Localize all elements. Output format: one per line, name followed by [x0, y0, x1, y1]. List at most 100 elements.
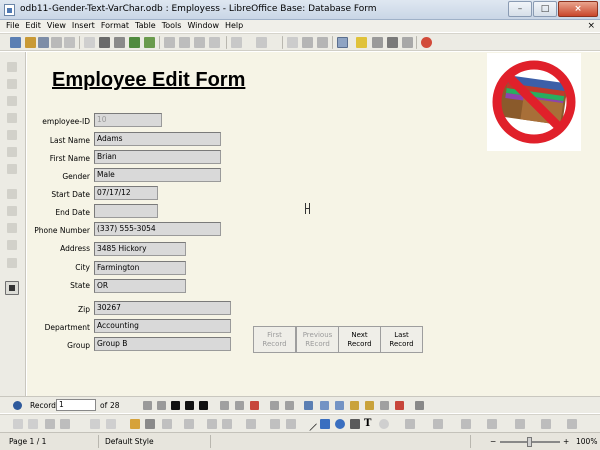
copy-icon[interactable] — [179, 37, 190, 48]
first-name-field[interactable]: Brian — [94, 150, 221, 164]
form-control-wizard-icon[interactable] — [13, 419, 23, 429]
first-record-button[interactable]: First Record — [253, 326, 296, 353]
zoom-slider-handle[interactable] — [527, 437, 532, 447]
autospell-icon[interactable] — [144, 37, 155, 48]
menu-file[interactable]: File — [6, 20, 19, 32]
print-preview-icon[interactable] — [114, 37, 125, 48]
close-document-icon[interactable]: × — [587, 20, 595, 32]
nonprinting-chars-icon[interactable] — [402, 37, 413, 48]
automatic-control-focus-icon[interactable] — [184, 419, 194, 429]
close-button[interactable]: × — [558, 1, 598, 17]
bring-to-front-icon[interactable] — [207, 419, 217, 429]
city-field[interactable]: Farmington — [94, 261, 186, 275]
previous-record-button[interactable]: Previous REcord — [296, 326, 339, 353]
hyperlink-icon[interactable] — [287, 37, 298, 48]
record-number-input[interactable]: 1 — [56, 399, 96, 411]
paste-icon[interactable] — [194, 37, 205, 48]
polygon-icon[interactable] — [350, 419, 360, 429]
state-field[interactable]: OR — [94, 279, 186, 293]
print-icon[interactable] — [99, 37, 110, 48]
zip-field[interactable]: 30267 — [94, 301, 231, 315]
open-icon[interactable] — [25, 37, 36, 48]
properties-icon[interactable] — [286, 419, 296, 429]
symbol-shapes-icon[interactable] — [433, 419, 443, 429]
menu-view[interactable]: View — [47, 20, 66, 32]
data-sources-icon[interactable] — [387, 37, 398, 48]
points-icon[interactable] — [567, 419, 577, 429]
zoom-in-icon[interactable]: + — [563, 437, 569, 446]
new-record-nav-icon[interactable] — [199, 401, 208, 410]
line-icon[interactable] — [302, 416, 318, 432]
navigator-icon[interactable] — [356, 37, 367, 48]
menu-edit[interactable]: Edit — [25, 20, 41, 32]
last-record-button[interactable]: Last Record — [380, 326, 423, 353]
group-field[interactable]: Group B — [94, 337, 231, 351]
menu-insert[interactable]: Insert — [72, 20, 95, 32]
refresh-icon[interactable] — [270, 401, 279, 410]
address-field[interactable]: 3485 Hickory — [94, 242, 186, 256]
help-icon[interactable] — [421, 37, 432, 48]
email-icon[interactable] — [51, 37, 62, 48]
form-based-filter-icon[interactable] — [380, 401, 389, 410]
block-arrows-icon[interactable] — [461, 419, 471, 429]
autofilter-icon[interactable] — [350, 401, 359, 410]
zoom-level[interactable]: 100% — [576, 437, 597, 446]
gallery-icon[interactable] — [372, 37, 383, 48]
last-record-nav-icon[interactable] — [185, 401, 194, 410]
rectangle-icon[interactable] — [320, 419, 330, 429]
design-mode-icon[interactable] — [337, 37, 348, 48]
employee-id-field[interactable]: 10 — [94, 113, 162, 127]
ellipse-icon[interactable] — [335, 419, 345, 429]
new-document-icon[interactable] — [10, 37, 21, 48]
menu-format[interactable]: Format — [101, 20, 129, 32]
first-record-nav-icon[interactable] — [143, 401, 152, 410]
start-date-field[interactable]: 07/17/12 — [94, 186, 158, 200]
callout-icon[interactable] — [379, 419, 389, 429]
table-icon[interactable] — [302, 37, 313, 48]
apply-filter-icon[interactable] — [365, 401, 374, 410]
data-source-as-table-icon[interactable] — [415, 401, 424, 410]
reset-filter-icon[interactable] — [395, 401, 404, 410]
previous-record-nav-icon[interactable] — [157, 401, 166, 410]
form-navigator-icon[interactable] — [145, 419, 155, 429]
position-icon[interactable] — [60, 419, 70, 429]
phone-number-field[interactable]: (337) 555-3054 — [94, 222, 221, 236]
undo-icon[interactable] — [231, 37, 242, 48]
add-field-icon[interactable] — [130, 419, 140, 429]
save-icon[interactable] — [38, 37, 49, 48]
send-to-back-icon[interactable] — [222, 419, 232, 429]
export-pdf-icon[interactable] — [84, 37, 95, 48]
find-record-icon[interactable] — [13, 401, 22, 410]
maximize-button[interactable]: □ — [533, 1, 557, 17]
zoom-out-icon[interactable]: − — [490, 437, 496, 446]
open-in-design-mode-icon[interactable] — [162, 419, 172, 429]
edit-mode-icon[interactable] — [64, 37, 75, 48]
refresh-control-icon[interactable] — [285, 401, 294, 410]
delete-record-icon[interactable] — [250, 401, 259, 410]
align-icon[interactable] — [45, 419, 55, 429]
next-record-nav-icon[interactable] — [171, 401, 180, 410]
gender-field[interactable]: Male — [94, 168, 221, 182]
department-field[interactable]: Accounting — [94, 319, 231, 333]
last-name-field[interactable]: Adams — [94, 132, 221, 146]
design-mode-toggle-icon[interactable] — [7, 79, 17, 89]
callouts-icon[interactable] — [515, 419, 525, 429]
select-icon[interactable] — [7, 62, 17, 72]
sort-ascending-icon[interactable] — [320, 401, 329, 410]
cut-icon[interactable] — [164, 37, 175, 48]
group-icon[interactable] — [246, 419, 256, 429]
menu-help[interactable]: Help — [225, 20, 243, 32]
show-draw-functions-icon[interactable] — [317, 37, 328, 48]
minimize-button[interactable]: – — [508, 1, 532, 17]
snap-to-grid-icon[interactable] — [106, 419, 116, 429]
menu-tools[interactable]: Tools — [162, 20, 182, 32]
end-date-field[interactable] — [94, 204, 158, 218]
menu-table[interactable]: Table — [135, 20, 156, 32]
anchor-icon[interactable] — [270, 419, 280, 429]
sort-descending-icon[interactable] — [335, 401, 344, 410]
text-icon[interactable]: T — [364, 419, 374, 429]
spellcheck-icon[interactable] — [129, 37, 140, 48]
redo-icon[interactable] — [256, 37, 267, 48]
flowchart-icon[interactable] — [487, 419, 497, 429]
menu-window[interactable]: Window — [187, 20, 219, 32]
